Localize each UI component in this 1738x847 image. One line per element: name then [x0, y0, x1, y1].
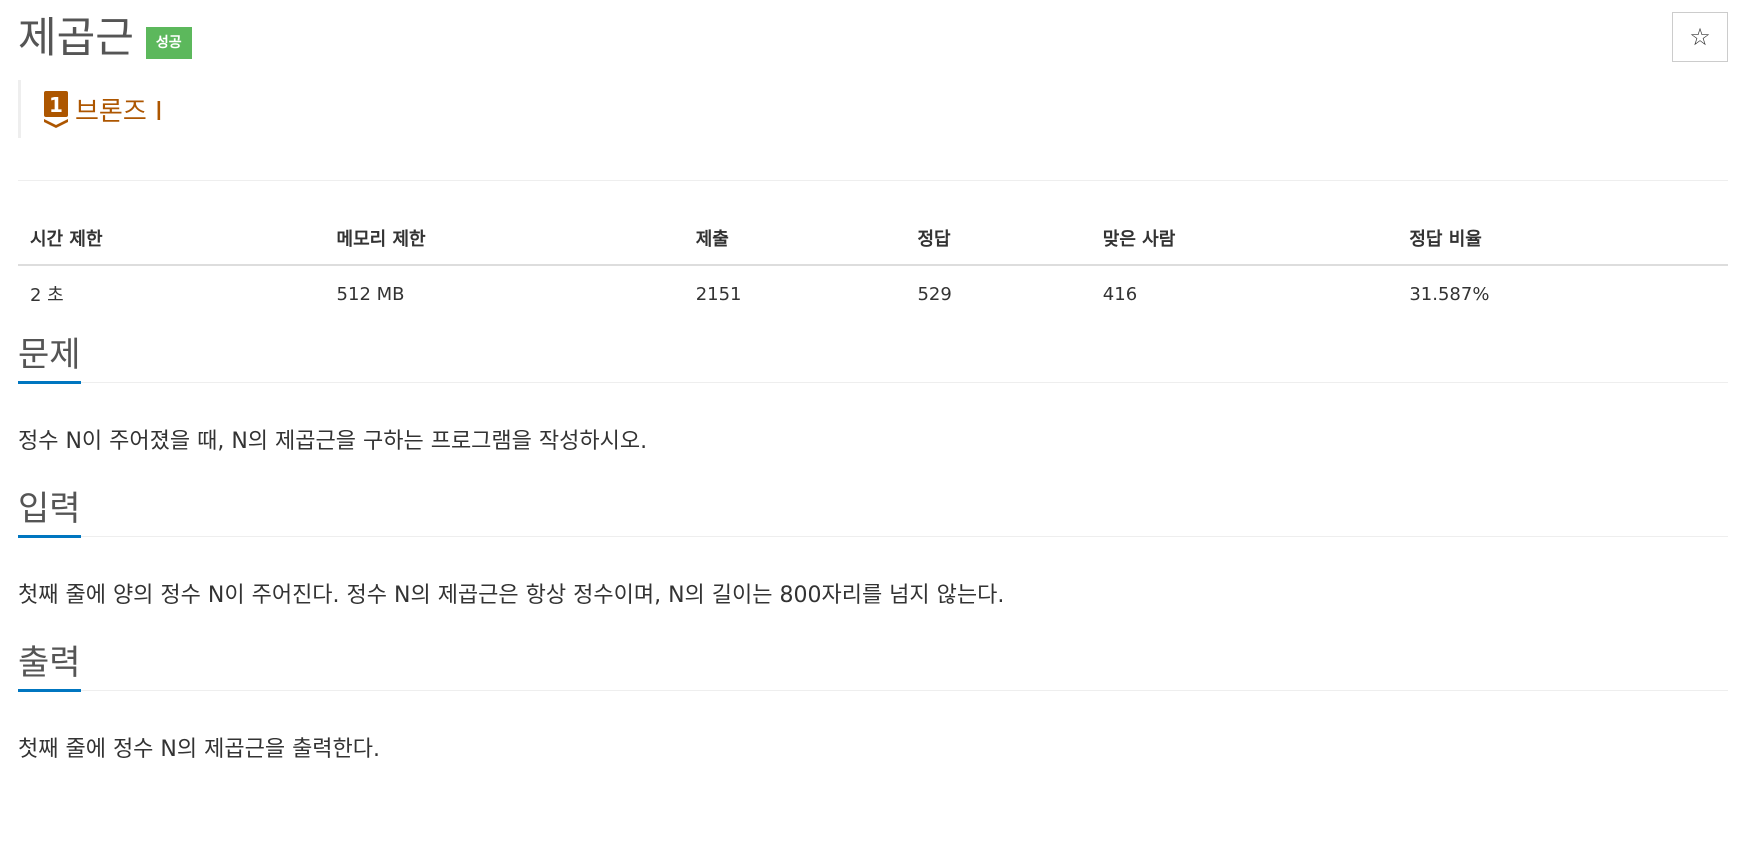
status-badge: 성공 — [145, 27, 192, 59]
output-title: 출력 — [18, 637, 81, 692]
output-header: 출력 — [18, 634, 1728, 692]
description-header: 문제 — [18, 326, 1728, 384]
output-section: 출력 첫째 줄에 정수 N의 제곱근을 출력한다. — [18, 634, 1728, 765]
table-row: 2 초 512 MB 2151 529 416 31.587% — [18, 265, 1728, 322]
description-title: 문제 — [18, 329, 81, 384]
value-accepted[interactable]: 529 — [905, 265, 1090, 322]
value-memory-limit: 512 MB — [336, 283, 405, 305]
header-submissions: 제출 — [683, 212, 906, 266]
value-time-limit: 2 초 — [30, 285, 64, 306]
value-solvers[interactable]: 416 — [1091, 265, 1398, 322]
tier-label[interactable]: 브론즈 I — [75, 91, 163, 128]
header-memory-limit: 메모리 제한 — [324, 212, 684, 266]
header-accepted: 정답 — [905, 212, 1091, 266]
problem-info-table: 시간 제한 메모리 제한 제출 정답 맞은 사람 정답 비율 2 초 512 M… — [18, 212, 1728, 322]
tier-box: 1 브론즈 I — [18, 80, 163, 138]
divider — [18, 180, 1728, 181]
input-section: 입력 첫째 줄에 양의 정수 N이 주어진다. 정수 N의 제곱근은 항상 정수… — [18, 480, 1728, 611]
tier-level-number: 1 — [49, 93, 63, 117]
input-header: 입력 — [18, 480, 1728, 538]
header-accept-ratio: 정답 비율 — [1397, 212, 1728, 266]
description-text: 정수 N이 주어졌을 때, N의 제곱근을 구하는 프로그램을 작성하시오. — [18, 429, 648, 454]
input-title: 입력 — [18, 483, 81, 538]
output-text: 첫째 줄에 정수 N의 제곱근을 출력한다. — [18, 737, 381, 762]
bronze-tier-icon: 1 — [44, 91, 68, 128]
problem-title: 제곱근 — [18, 13, 134, 62]
header-solvers: 맞은 사람 — [1090, 212, 1398, 266]
problem-page: 제곱근 성공 ☆ 1 브론즈 I 시간 제한 메모리 제한 제출 정답 맞은 사… — [0, 0, 1738, 847]
description-section: 문제 정수 N이 주어졌을 때, N의 제곱근을 구하는 프로그램을 작성하시오… — [18, 326, 1728, 457]
input-text: 첫째 줄에 양의 정수 N이 주어진다. 정수 N의 제곱근은 항상 정수이며,… — [18, 583, 1005, 608]
favorite-button[interactable]: ☆ — [1672, 12, 1728, 62]
header-time-limit: 시간 제한 — [18, 212, 325, 266]
table-header-row: 시간 제한 메모리 제한 제출 정답 맞은 사람 정답 비율 — [18, 212, 1728, 266]
value-accept-ratio: 31.587% — [1409, 283, 1490, 305]
title-row: 제곱근 성공 — [18, 10, 192, 66]
value-submissions[interactable]: 2151 — [684, 265, 906, 322]
star-icon: ☆ — [1689, 23, 1711, 51]
